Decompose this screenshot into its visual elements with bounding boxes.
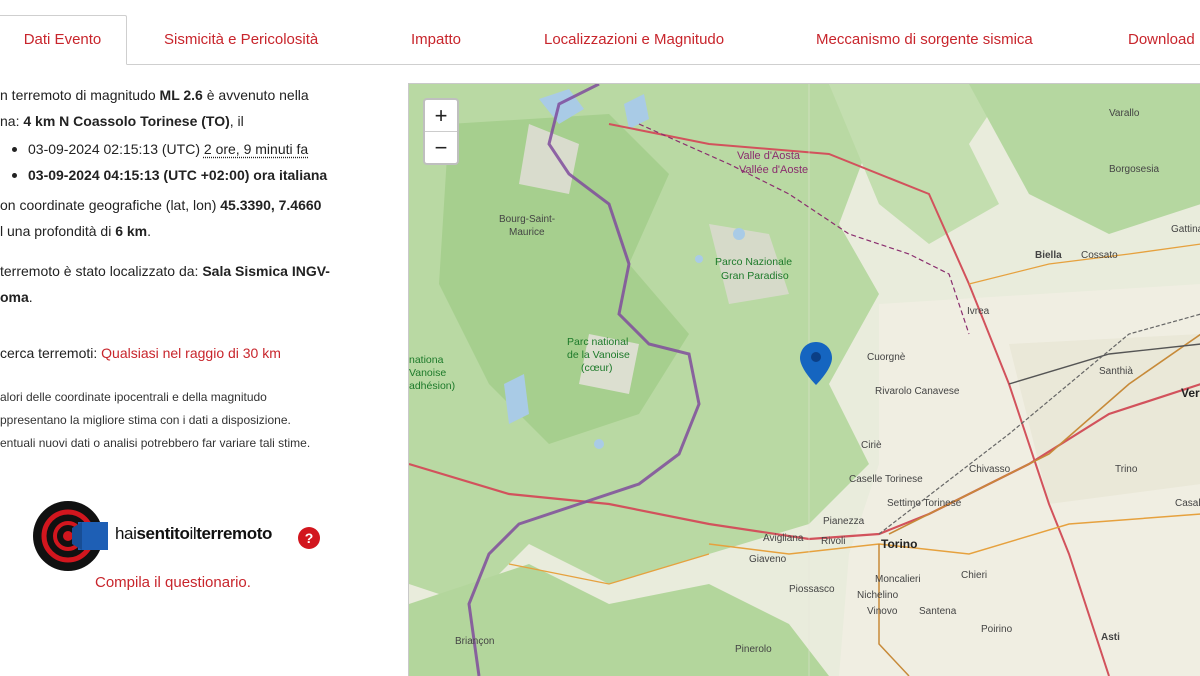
map-label-vanoise-2: de la Vanoise: [567, 349, 630, 361]
map-label-cuorgne: Cuorgnè: [867, 352, 906, 363]
map-label-pinerolo: Pinerolo: [735, 644, 772, 655]
located-suffix: .: [28, 289, 33, 305]
zone-suffix: , il: [229, 113, 244, 129]
map-label-chivasso: Chivasso: [969, 464, 1011, 475]
map-label-parco-gran-paradiso-2: Gran Paradiso: [721, 270, 789, 282]
located-prefix: terremoto è stato localizzato da:: [0, 263, 203, 279]
note-line-3: entuali nuovi dati o analisi potrebbero …: [0, 436, 311, 450]
map-label-santhia: Santhià: [1099, 366, 1133, 377]
map-label-vinovo: Vinovo: [867, 606, 898, 617]
event-zone: na: 4 km N Coassolo Torinese (TO), il: [0, 108, 395, 134]
search-earthquakes: cerca terremoti: Qualsiasi nel raggio di…: [0, 340, 395, 366]
map-label-caselle: Caselle Torinese: [849, 474, 923, 485]
map-label-bourg: Bourg-Saint-: [499, 214, 556, 225]
map-label-vanoise-1: Parc national: [567, 336, 629, 348]
tab-localizzazioni-magnitudo[interactable]: Localizzazioni e Magnitudo: [544, 16, 724, 64]
event-coords: on coordinate geografiche (lat, lon) 45.…: [0, 192, 395, 218]
map-label-pianezza: Pianezza: [823, 516, 865, 527]
event-info: n terremoto di magnitudo ML 2.6 è avvenu…: [0, 82, 395, 455]
map-label-piossasco: Piossasco: [789, 584, 835, 595]
intro-text: n terremoto di magnitudo: [0, 87, 160, 103]
map-label-vanoise-adhesion-2: Vanoise: [409, 367, 447, 379]
map-label-borgosesia: Borgosesia: [1109, 164, 1160, 175]
map-label-casale: Casale: [1175, 498, 1200, 509]
map-label-avigliana: Avigliana: [763, 533, 804, 544]
map-label-cossato: Cossato: [1081, 250, 1118, 261]
search-prefix: cerca terremoti:: [0, 345, 102, 361]
map-label-maurice: Maurice: [509, 227, 545, 238]
map-label-vanoise-3: (cœur): [581, 362, 613, 374]
tab-download[interactable]: Download: [1128, 16, 1195, 64]
hsit-word-d: terremoto: [196, 524, 272, 543]
hsit-word-b: sentito: [136, 524, 190, 543]
coords-prefix: on coordinate geografiche (lat, lon): [0, 197, 221, 213]
tab-meccanismo-sorgente[interactable]: Meccanismo di sorgente sismica: [816, 16, 1033, 64]
map-label-rivarolo: Rivarolo Canavese: [875, 386, 960, 397]
map-label-santena: Santena: [919, 606, 957, 617]
located-by-value-cont: oma: [0, 289, 29, 305]
map-label-settimo: Settimo Torinese: [887, 498, 962, 509]
note-line-1: alori delle coordinate ipocentrali e del…: [0, 390, 267, 404]
zoom-control: + −: [423, 98, 459, 165]
coords-value: 45.3390, 7.4660: [220, 197, 322, 213]
event-intro: n terremoto di magnitudo ML 2.6 è avvenu…: [0, 82, 395, 108]
help-icon[interactable]: ?: [298, 527, 320, 549]
map-label-gattinara: Gattinar: [1171, 224, 1200, 235]
map-label-ivrea: Ivrea: [967, 306, 990, 317]
hsit-word-a: hai: [115, 524, 137, 543]
hsit-banner[interactable]: haisentitoilterremoto ?: [32, 498, 332, 574]
map-label-vanoise-adhesion-3: adhésion): [409, 380, 456, 392]
local-time: 03-09-2024 04:15:13 (UTC +02:00) ora ita…: [28, 167, 328, 183]
zone-value: 4 km N Coassolo Torinese (TO): [23, 113, 230, 129]
map-label-moncalieri: Moncalieri: [875, 574, 921, 585]
map-label-biella: Biella: [1035, 250, 1062, 261]
map-label-nichelino: Nichelino: [857, 590, 899, 601]
zone-prefix: na:: [0, 113, 24, 129]
magnitude-value: ML 2.6: [159, 87, 203, 103]
intro-text-end: è avvenuto nella: [202, 87, 309, 103]
map-label-chieri: Chieri: [961, 570, 988, 581]
event-depth: l una profondità di 6 km.: [0, 218, 395, 244]
depth-suffix: .: [147, 223, 152, 239]
map-label-varallo: Varallo: [1109, 108, 1140, 119]
located-by-value: Sala Sismica INGV-: [202, 263, 330, 279]
map-label-rivoli: Rivoli: [821, 536, 846, 547]
map-label-vercelli: Ver: [1181, 386, 1200, 400]
search-radius-link[interactable]: Qualsiasi nel raggio di 30 km: [101, 345, 281, 361]
note-line-2: ppresentano la migliore stima con i dati…: [0, 413, 291, 427]
hsit-logo-icon: [33, 501, 108, 571]
map-label-cirie: Ciriè: [861, 440, 882, 451]
tab-dati-evento[interactable]: Dati Evento: [0, 15, 127, 65]
event-located-by: terremoto è stato localizzato da: Sala S…: [0, 258, 395, 284]
utc-time: 03-09-2024 02:15:13 (UTC): [28, 141, 200, 157]
zoom-out-button[interactable]: −: [425, 131, 457, 163]
event-map[interactable]: Valle d'Aosta Vallée d'Aoste Varallo Bor…: [408, 83, 1200, 676]
utc-date-item: 03-09-2024 02:15:13 (UTC) 2 ore, 9 minut…: [12, 136, 395, 162]
depth-value: 6 km: [115, 223, 148, 239]
tab-sismicita-pericolosita[interactable]: Sismicità e Pericolosità: [164, 16, 318, 64]
tab-impatto[interactable]: Impatto: [411, 16, 461, 64]
map-label-parco-gran-paradiso: Parco Nazionale: [715, 256, 793, 268]
map-label-poirino: Poirino: [981, 624, 1013, 635]
estimate-note: alori delle coordinate ipocentrali e del…: [0, 386, 395, 455]
map-label-trino: Trino: [1115, 464, 1138, 475]
event-located-by-cont: oma.: [0, 284, 395, 310]
map-label-asti: Asti: [1101, 632, 1120, 643]
map-label-vallee-aoste: Vallée d'Aoste: [739, 164, 809, 176]
map-label-giaveno: Giaveno: [749, 554, 787, 565]
depth-prefix: l una profondità di: [0, 223, 116, 239]
questionnaire-link[interactable]: Compila il questionario.: [95, 574, 251, 591]
time-ago: 2 ore, 9 minuti fa: [203, 141, 309, 157]
event-dates: 03-09-2024 02:15:13 (UTC) 2 ore, 9 minut…: [0, 136, 395, 188]
map-label-vanoise-adhesion-1: nationa: [409, 354, 444, 366]
zoom-in-button[interactable]: +: [425, 100, 457, 131]
map-label-valle-aosta: Valle d'Aosta: [737, 150, 801, 162]
map-label-torino: Torino: [881, 537, 918, 551]
hsit-wordmark: haisentitoilterremoto: [115, 524, 272, 544]
map-label-briancon: Briançon: [455, 636, 495, 647]
tab-bar: Dati Evento Sismicità e Pericolosità Imp…: [0, 0, 1200, 65]
local-date-item: 03-09-2024 04:15:13 (UTC +02:00) ora ita…: [12, 162, 395, 188]
